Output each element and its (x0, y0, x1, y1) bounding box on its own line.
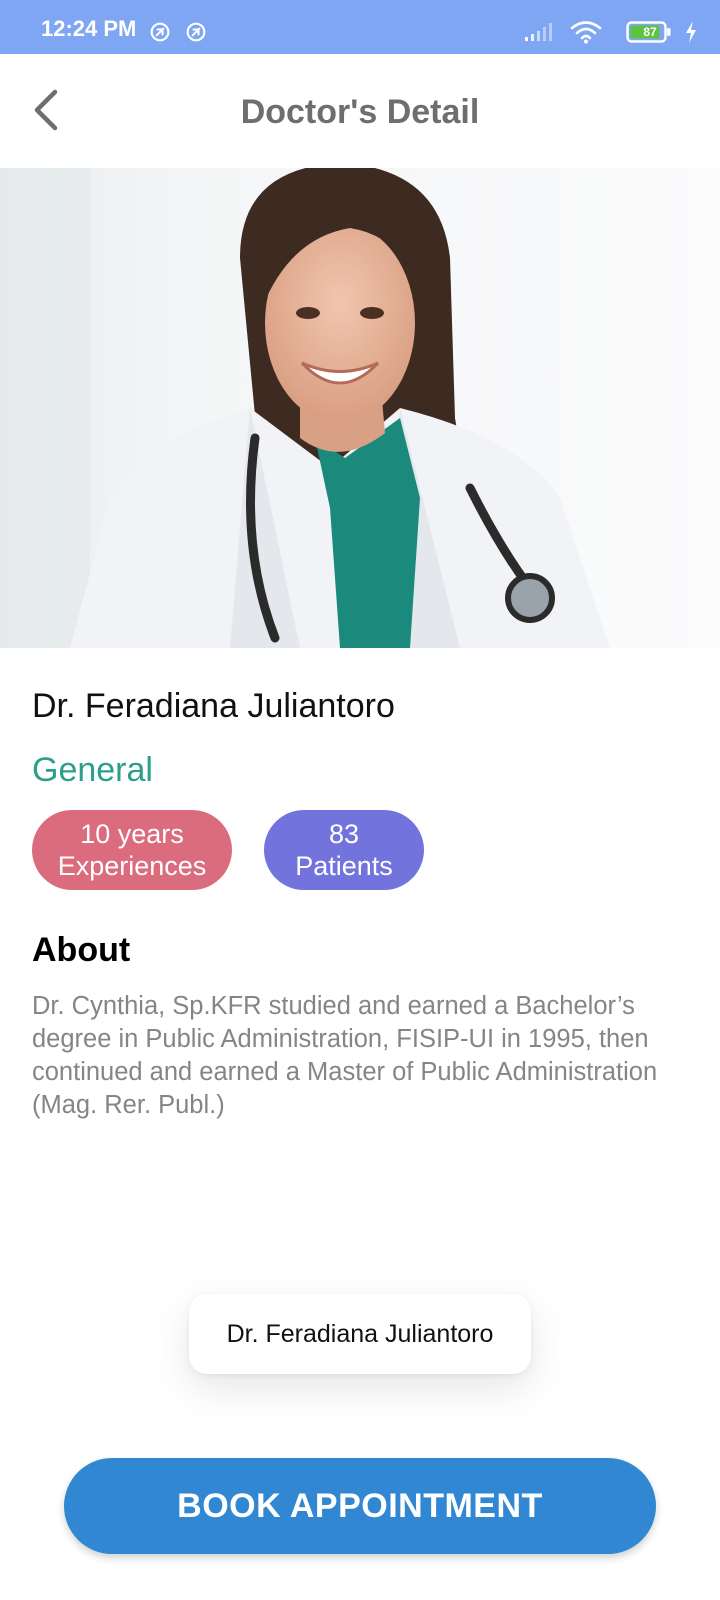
experience-badge: 10 years Experiences (32, 810, 232, 890)
signal-icon (525, 23, 552, 41)
experience-value: 10 years (80, 819, 184, 849)
patients-badge: 83 Patients (264, 810, 424, 890)
doctor-detail-screen: 12:24 PM 87 Doctor's Detail Dr. Feradian… (0, 0, 720, 1600)
chevron-left-icon (34, 89, 58, 131)
status-bar: 12:24 PM 87 (0, 0, 720, 54)
patients-label: Patients (295, 851, 393, 881)
patients-value: 83 (328, 819, 360, 849)
charging-icon (686, 21, 696, 43)
app-notification-icon (186, 22, 206, 42)
doctor-photo (0, 168, 720, 648)
doctor-name-tooltip: Dr. Feradiana Juliantoro (189, 1294, 531, 1374)
app-bar: Doctor's Detail (0, 54, 720, 168)
back-button[interactable] (18, 82, 74, 138)
page-title: Doctor's Detail (240, 93, 480, 131)
doctor-specialty: General (32, 751, 153, 789)
battery-level: 87 (643, 25, 657, 39)
doctor-name: Dr. Feradiana Juliantoro (32, 687, 395, 725)
status-time: 12:24 PM (41, 16, 137, 41)
about-heading: About (32, 931, 131, 969)
app-notification-icon (150, 22, 170, 42)
doctor-portrait-image (0, 168, 720, 648)
wifi-icon (570, 21, 602, 44)
about-text: Dr. Cynthia, Sp.KFR studied and earned a… (32, 992, 658, 1119)
book-appointment-button[interactable]: BOOK APPOINTMENT (64, 1458, 656, 1554)
experience-label: Experiences (57, 851, 207, 881)
